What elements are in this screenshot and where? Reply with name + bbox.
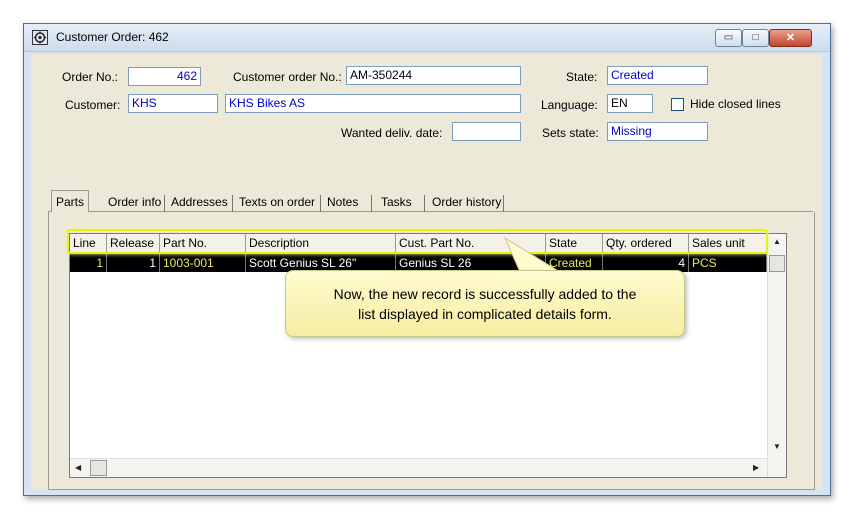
wanted-deliv-date-label: Wanted deliv. date: — [341, 126, 443, 140]
scroll-right-icon[interactable]: ▶ — [753, 463, 759, 472]
scroll-down-icon[interactable]: ▼ — [773, 442, 781, 451]
close-button[interactable]: ✕ — [769, 29, 812, 47]
customer-order-no-field[interactable]: AM-350244 — [346, 66, 521, 85]
maximize-button[interactable]: □ — [742, 29, 769, 47]
tab-separator — [320, 195, 321, 212]
tab-notes[interactable]: Notes — [323, 193, 362, 211]
tab-texts-on-order[interactable]: Texts on order — [235, 193, 319, 211]
tutorial-callout: Now, the new record is successfully adde… — [285, 270, 685, 337]
state-field: Created — [607, 66, 708, 85]
hide-closed-lines-checkbox[interactable] — [671, 98, 684, 111]
language-field[interactable]: EN — [607, 94, 653, 113]
scroll-left-icon[interactable]: ◀ — [75, 463, 81, 472]
tab-tasks[interactable]: Tasks — [377, 193, 416, 211]
cell-release: 1 — [107, 254, 160, 272]
tab-separator — [164, 195, 165, 212]
cell-part-no: 1003-001 — [160, 254, 246, 272]
callout-text: Now, the new record is successfully adde… — [286, 284, 684, 324]
sets-state-field: Missing — [607, 122, 708, 141]
close-icon: ✕ — [785, 32, 796, 44]
customer-order-no-label: Customer order No.: — [233, 70, 342, 84]
tab-separator — [371, 195, 372, 212]
tab-order-history[interactable]: Order history — [428, 193, 505, 211]
horizontal-scrollbar[interactable]: ◀ ▶ — [70, 458, 767, 477]
customer-name-field: KHS Bikes AS — [225, 94, 521, 113]
row-highlight-frame — [67, 229, 768, 254]
state-label: State: — [566, 70, 598, 84]
tab-separator — [424, 195, 425, 212]
cell-line: 1 — [70, 254, 107, 272]
cell-sales-unit: PCS — [689, 254, 767, 272]
language-label: Language: — [541, 98, 598, 112]
order-no-label: Order No.: — [62, 70, 119, 84]
tab-addresses[interactable]: Addresses — [167, 193, 232, 211]
callout-text-line-2: list displayed in complicated details fo… — [358, 306, 612, 322]
tab-order-info[interactable]: Order info — [104, 193, 165, 211]
tab-parts[interactable]: Parts — [51, 190, 90, 213]
customer-label: Customer: — [65, 98, 121, 112]
maximize-icon: □ — [752, 32, 759, 43]
scroll-up-icon[interactable]: ▲ — [773, 237, 781, 246]
customer-order-window: Customer Order: 462 ▭ □ ✕ Order No.: 462… — [23, 23, 831, 496]
tab-separator — [503, 195, 504, 212]
vertical-scroll-thumb[interactable] — [769, 255, 785, 272]
horizontal-scroll-thumb[interactable] — [90, 460, 107, 476]
callout-text-line-1: Now, the new record is successfully adde… — [333, 286, 637, 302]
tab-separator — [232, 195, 233, 212]
hide-closed-lines-label: Hide closed lines — [690, 97, 781, 111]
order-no-field[interactable]: 462 — [128, 67, 201, 86]
customer-code-field[interactable]: KHS — [128, 94, 218, 113]
sets-state-label: Sets state: — [542, 126, 599, 140]
app-icon — [32, 30, 48, 45]
window-title: Customer Order: 462 — [56, 30, 169, 44]
title-bar[interactable]: Customer Order: 462 ▭ □ ✕ — [24, 24, 830, 52]
minimize-icon: ▭ — [723, 32, 734, 43]
minimize-button[interactable]: ▭ — [715, 29, 742, 47]
wanted-deliv-date-field[interactable] — [452, 122, 521, 141]
vertical-scrollbar[interactable]: ▲ ▼ — [767, 234, 786, 477]
